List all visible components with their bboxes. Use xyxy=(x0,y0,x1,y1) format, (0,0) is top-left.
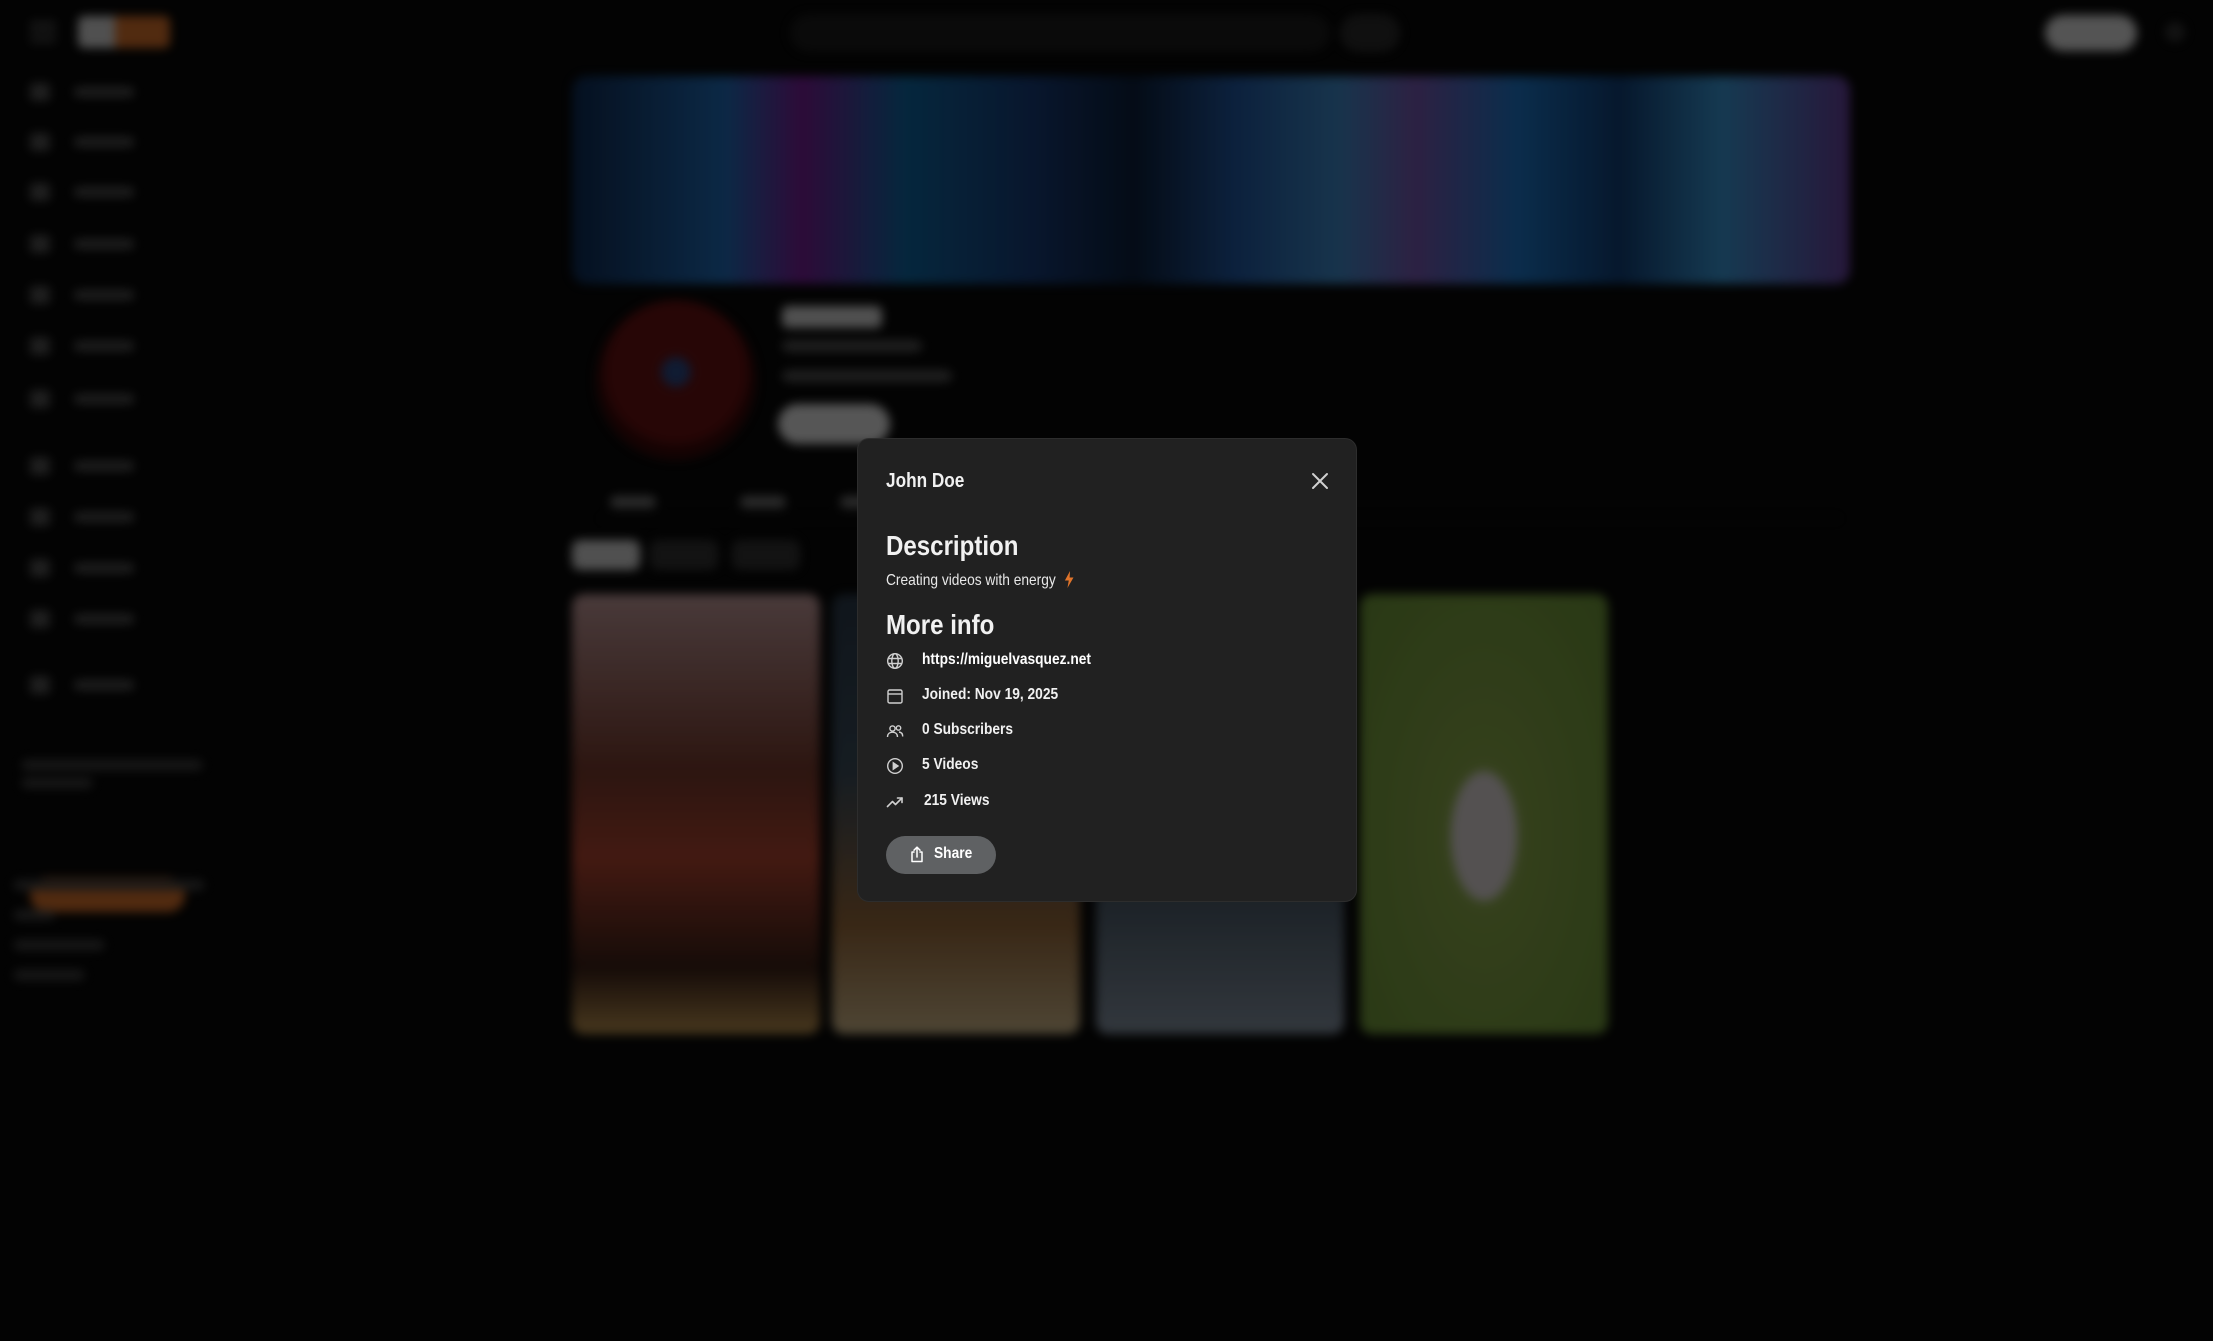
channel-about-dialog: John Doe Description Creating videos wit… xyxy=(857,438,1357,902)
more-info-heading: More info xyxy=(886,609,995,640)
trending-up-icon xyxy=(886,793,904,811)
description-heading: Description xyxy=(886,530,1019,561)
close-icon[interactable] xyxy=(1308,469,1332,493)
description-text-value: Creating videos with energy xyxy=(886,572,1056,589)
people-icon xyxy=(886,722,904,740)
videos-row: 5 Videos xyxy=(886,754,1316,778)
share-button-label: Share xyxy=(934,845,973,862)
joined-date: Joined: Nov 19, 2025 xyxy=(922,686,1059,703)
subscriber-count: 0 Subscribers xyxy=(922,721,1014,738)
video-count: 5 Videos xyxy=(922,756,979,773)
play-circle-icon xyxy=(886,757,904,775)
subscribers-row: 0 Subscribers xyxy=(886,719,1316,743)
joined-row: Joined: Nov 19, 2025 xyxy=(886,684,1316,708)
website-row: https://miguelvasquez.net xyxy=(886,649,1316,673)
share-button[interactable]: Share xyxy=(886,836,996,874)
calendar-icon xyxy=(886,687,904,705)
description-text: Creating videos with energy xyxy=(886,571,1075,590)
globe-icon xyxy=(886,652,904,670)
dialog-title: John Doe xyxy=(886,470,965,492)
lightning-icon xyxy=(1064,571,1074,588)
share-icon xyxy=(909,846,925,863)
view-count: 215 Views xyxy=(924,792,990,809)
website-link[interactable]: https://miguelvasquez.net xyxy=(922,651,1091,669)
views-row: 215 Views xyxy=(886,790,1316,814)
